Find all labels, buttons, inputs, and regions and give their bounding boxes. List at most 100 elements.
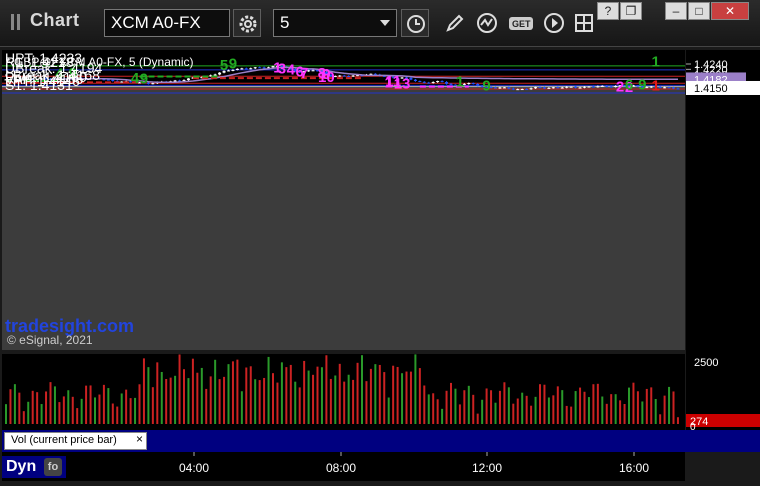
play-icon: [544, 13, 564, 33]
candle-body: [583, 86, 586, 88]
volume-bar: [276, 382, 279, 424]
volume-bar: [530, 405, 533, 424]
volume-bar: [111, 403, 114, 424]
volume-bar: [570, 406, 573, 424]
close-icon[interactable]: ×: [136, 432, 143, 446]
volume-bar: [423, 385, 426, 424]
volume-bar: [414, 354, 417, 424]
time-axis: 04:00 08:00 12:00 16:00: [2, 452, 685, 481]
volume-bar: [156, 362, 159, 424]
candle-body: [471, 83, 475, 85]
grid-button[interactable]: [570, 9, 598, 37]
help-button[interactable]: ?: [597, 2, 619, 20]
price-panel[interactable]: 1 1 2 2 1 3 4 6 7 8 9 10 11 1 13 9 5 9 4 9 4 9 1 9 6 * GBP@FXCM …: [2, 50, 685, 350]
candle-body: [525, 89, 529, 91]
setup-count: 9: [140, 71, 148, 88]
volume-bar: [610, 394, 613, 424]
volume-bar: [596, 383, 599, 424]
volume-bar: [285, 367, 288, 424]
volume-bar: [636, 391, 639, 424]
volume-bar: [650, 387, 653, 424]
grid-icon: [575, 14, 593, 32]
candle-body: [449, 83, 453, 85]
lock-icon[interactable]: fo: [44, 458, 62, 476]
copyright-text: © eSignal, 2021: [7, 333, 93, 347]
volume-bar: [254, 379, 257, 424]
candle-body: [609, 86, 613, 88]
symbol-value: XCM A0-FX: [111, 13, 201, 32]
gear-icon: [239, 15, 257, 33]
volume-bar: [445, 390, 448, 424]
time-tick-label: 04:00: [179, 461, 209, 475]
volume-bar: [307, 370, 310, 424]
minimize-button[interactable]: –: [665, 2, 687, 20]
volume-bar: [587, 397, 590, 424]
candle-body: [422, 81, 426, 83]
candle-body: [151, 83, 155, 85]
volume-bar: [521, 392, 524, 424]
close-button[interactable]: ✕: [711, 2, 749, 20]
volume-legend-bar: Vol (current price bar) ×: [2, 430, 760, 452]
volume-panel[interactable]: [2, 354, 685, 430]
symbol-input[interactable]: XCM A0-FX: [104, 9, 230, 37]
interval-value: 5: [280, 13, 290, 32]
volume-bar: [263, 377, 266, 424]
get-icon: GET: [509, 17, 533, 30]
setup-count: 3: [278, 61, 286, 78]
volume-bar: [654, 398, 657, 424]
restore-button[interactable]: ❐: [620, 2, 642, 20]
setup-count: 2: [616, 78, 624, 95]
volume-bar: [27, 401, 30, 424]
candle-body: [591, 86, 595, 88]
setup-count: 4: [287, 62, 296, 79]
volume-bar: [619, 400, 622, 424]
volume-bar: [40, 404, 43, 424]
volume-bar: [432, 393, 435, 424]
candle-body: [120, 81, 124, 83]
volume-bar: [441, 408, 444, 424]
volume-bar: [361, 355, 363, 424]
candle-body: [578, 87, 582, 89]
candle-body: [436, 80, 440, 83]
volume-bar: [36, 392, 39, 424]
maximize-icon: □: [695, 4, 703, 18]
volume-bar: [236, 359, 239, 424]
setup-count: 9: [482, 77, 490, 94]
volume-bar: [289, 364, 292, 424]
volume-bar: [490, 390, 493, 424]
draw-button[interactable]: [441, 9, 469, 37]
interval-select[interactable]: 5: [273, 9, 397, 37]
volume-bar: [191, 358, 194, 424]
volume-bar: [583, 391, 586, 424]
volume-bar: [183, 369, 185, 424]
candle-body: [574, 86, 578, 88]
volume-bar: [316, 366, 319, 424]
volume-bar: [125, 389, 128, 424]
settings-button[interactable]: [233, 9, 261, 37]
volume-bar: [565, 405, 568, 424]
maximize-button[interactable]: □: [688, 2, 710, 20]
bottom-bar[interactable]: Dyn fo: [2, 456, 66, 478]
volume-bar: [347, 374, 350, 424]
candle-body: [502, 87, 506, 89]
volume-bar: [267, 356, 270, 424]
get-button[interactable]: GET: [505, 9, 533, 37]
candle-body: [520, 89, 524, 91]
candle-body: [347, 76, 351, 78]
time-axis-svg: 04:00 08:00 12:00 16:00: [179, 452, 649, 475]
volume-bar: [294, 381, 297, 424]
play-button[interactable]: [540, 9, 568, 37]
candle-body: [342, 75, 346, 77]
minimize-icon: –: [672, 4, 680, 18]
volume-bar: [494, 402, 497, 424]
volume-bar: [280, 362, 283, 424]
time-button[interactable]: [401, 9, 429, 37]
pencil-icon: [446, 14, 464, 32]
volume-bar: [356, 362, 359, 424]
studies-button[interactable]: [473, 9, 501, 37]
volume-bar: [71, 396, 74, 424]
setup-count: 9: [638, 77, 646, 94]
volume-bar: [352, 379, 355, 424]
volume-bar: [85, 385, 88, 424]
volume-legend-label: Vol (current price bar): [11, 434, 117, 446]
